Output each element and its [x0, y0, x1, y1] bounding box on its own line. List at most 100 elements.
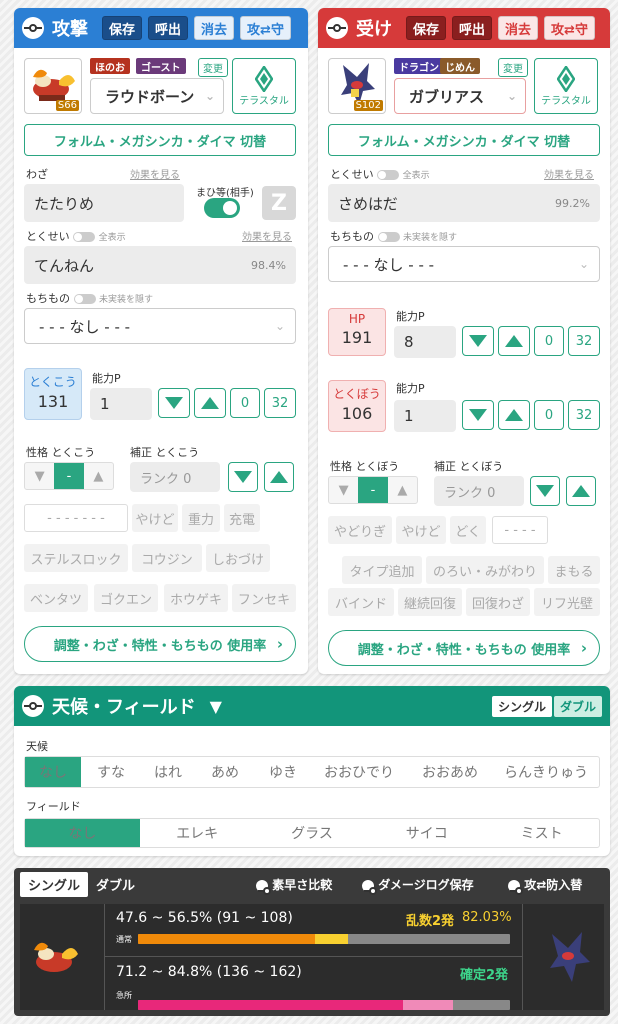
defense-usage-button[interactable]: 調整・わざ・特性・もちもの 使用率 › — [328, 630, 600, 666]
weather-snow-button[interactable]: ゆき — [255, 757, 311, 787]
spdef-zero-button[interactable]: 0 — [534, 400, 564, 430]
field-single-button[interactable]: シングル — [491, 696, 552, 717]
poison-chip[interactable]: どく — [450, 516, 486, 544]
nature-down-button[interactable]: ▼ — [25, 463, 54, 489]
terrain-misty-button[interactable]: ミスト — [484, 819, 599, 847]
rank-decrease-button[interactable] — [228, 462, 258, 492]
defense-rank-input[interactable]: ランク 0 — [434, 476, 524, 506]
weather-rain-button[interactable]: あめ — [195, 757, 255, 787]
defense-terastal-button[interactable]: テラスタル — [534, 58, 598, 114]
leech-seed-chip[interactable]: やどりぎ — [328, 516, 392, 544]
show-all-toggle[interactable] — [377, 170, 400, 180]
defense-ability-input[interactable]: さめはだ 99.2% — [328, 184, 600, 222]
hp-max-button[interactable]: 32 — [568, 326, 600, 356]
attack-increase-button[interactable] — [194, 388, 226, 418]
show-all-toggle[interactable] — [73, 232, 96, 242]
attack-sprite[interactable]: S66 — [24, 58, 82, 114]
bind-chip[interactable]: バインド — [328, 588, 394, 616]
hp-increase-button[interactable] — [498, 326, 530, 356]
attack-save-button[interactable]: 保存 — [102, 16, 143, 40]
defense-form-toggle-button[interactable]: フォルム・メガシンカ・ダイマ 切替 — [328, 124, 600, 156]
hp-zero-button[interactable]: 0 — [534, 326, 564, 356]
protect-chip[interactable]: まもる — [548, 556, 600, 584]
gravity-chip[interactable]: 重力 — [182, 504, 220, 532]
burn-chip[interactable]: やけど — [132, 504, 178, 532]
speed-compare-button[interactable]: 素早さ比較 — [256, 876, 332, 895]
defense-pokemon-select[interactable]: ガブリアス ⌄ — [394, 78, 526, 114]
attack-ability-effect-link[interactable]: 効果を見る — [242, 228, 292, 243]
attack-terastal-button[interactable]: テラスタル — [232, 58, 296, 114]
result-double-tab[interactable]: ダブル — [96, 875, 135, 894]
terrain-electric-button[interactable]: エレキ — [140, 819, 255, 847]
attack-usage-button[interactable]: 調整・わざ・特性・もちもの 使用率 › — [24, 626, 296, 662]
defense-swap-button[interactable]: 攻⇄守 — [544, 16, 595, 40]
rank-increase-button[interactable] — [264, 462, 294, 492]
hide-unimplemented-toggle[interactable] — [73, 294, 96, 304]
nature-up-button[interactable]: ▲ — [388, 477, 417, 503]
attack-swap-button[interactable]: 攻⇄守 — [240, 16, 291, 40]
attack-decrease-button[interactable] — [158, 388, 190, 418]
continuous-heal-chip[interactable]: 継続回復 — [398, 588, 462, 616]
nature-neutral-button[interactable]: - — [54, 463, 84, 489]
attack-zero-button[interactable]: 0 — [230, 388, 260, 418]
field-double-button[interactable]: ダブル — [553, 696, 602, 717]
defense-save-button[interactable]: 保存 — [406, 16, 447, 40]
attack-clear-button[interactable]: 消去 — [194, 16, 235, 40]
weather-heavy-rain-button[interactable]: おおあめ — [407, 757, 493, 787]
damage-log-button[interactable]: ダメージログ保存 — [362, 876, 474, 895]
defense-status-select-chip[interactable]: - - - - — [492, 516, 548, 544]
weather-sand-button[interactable]: すな — [81, 757, 141, 787]
weather-strong-winds-button[interactable]: らんきりゅう — [493, 757, 599, 787]
hp-points-input[interactable]: 8 — [394, 326, 456, 358]
defense-rank-increase-button[interactable] — [566, 476, 596, 506]
type-add-chip[interactable]: タイプ追加 — [342, 556, 422, 584]
defense-rank-decrease-button[interactable] — [530, 476, 560, 506]
nature-neutral-button[interactable]: - — [358, 477, 388, 503]
mahi-toggle[interactable] — [204, 198, 240, 218]
defense-load-button[interactable]: 呼出 — [452, 16, 493, 40]
result-single-tab[interactable]: シングル — [20, 871, 89, 897]
defense-change-button[interactable]: 変更 — [498, 58, 528, 77]
attack-change-button[interactable]: 変更 — [198, 58, 228, 77]
koujin-chip[interactable]: コウジン — [132, 544, 202, 572]
terrain-grassy-button[interactable]: グラス — [255, 819, 370, 847]
heal-move-chip[interactable]: 回復わざ — [466, 588, 530, 616]
gokuen-chip[interactable]: ゴクエン — [94, 584, 158, 612]
weather-sun-button[interactable]: はれ — [141, 757, 195, 787]
stealth-rock-chip[interactable]: ステルスロック — [24, 544, 128, 572]
screens-chip[interactable]: リフ光壁 — [534, 588, 600, 616]
attack-load-button[interactable]: 呼出 — [148, 16, 189, 40]
curse-substitute-chip[interactable]: のろい・みがわり — [426, 556, 544, 584]
swap-sides-button[interactable]: 攻⇄防入替 — [508, 876, 582, 895]
spdef-decrease-button[interactable] — [462, 400, 494, 430]
attack-form-toggle-button[interactable]: フォルム・メガシンカ・ダイマ 切替 — [24, 124, 296, 156]
rank-input[interactable]: ランク 0 — [130, 462, 220, 492]
funseki-chip[interactable]: フンセキ — [232, 584, 296, 612]
defense-clear-button[interactable]: 消去 — [498, 16, 539, 40]
attack-item-select[interactable]: - - - なし - - - ⌄ — [24, 308, 296, 344]
weather-harsh-sun-button[interactable]: おおひでり — [311, 757, 407, 787]
attack-max-button[interactable]: 32 — [264, 388, 296, 418]
status-select-chip[interactable]: - - - - - - - — [24, 504, 128, 532]
ability-points-input[interactable]: 1 — [90, 388, 152, 420]
spdef-increase-button[interactable] — [498, 400, 530, 430]
attack-ability-input[interactable]: てんねん 98.4% — [24, 246, 296, 284]
nature-down-button[interactable]: ▼ — [329, 477, 358, 503]
nature-up-button[interactable]: ▲ — [84, 463, 113, 489]
attack-pokemon-select[interactable]: ラウドボーン ⌄ — [90, 78, 224, 114]
salt-cure-chip[interactable]: しおづけ — [206, 544, 270, 572]
terrain-psychic-button[interactable]: サイコ — [369, 819, 484, 847]
z-move-button[interactable]: Z — [262, 186, 296, 220]
move-input[interactable]: たたりめ — [24, 184, 184, 222]
hide-unimplemented-toggle[interactable] — [377, 232, 400, 242]
weather-none-button[interactable]: なし — [25, 757, 81, 787]
bentatsu-chip[interactable]: ベンタツ — [24, 584, 88, 612]
spdef-max-button[interactable]: 32 — [568, 400, 600, 430]
move-effect-link[interactable]: 効果を見る — [130, 166, 180, 181]
terrain-none-button[interactable]: なし — [25, 819, 140, 847]
spdef-points-input[interactable]: 1 — [394, 400, 456, 432]
hougeki-chip[interactable]: ホウゲキ — [164, 584, 228, 612]
field-header[interactable]: 天候・フィールド ▼ シングル ダブル — [14, 686, 610, 726]
defense-ability-effect-link[interactable]: 効果を見る — [544, 166, 594, 181]
defense-sprite[interactable]: S102 — [328, 58, 386, 114]
